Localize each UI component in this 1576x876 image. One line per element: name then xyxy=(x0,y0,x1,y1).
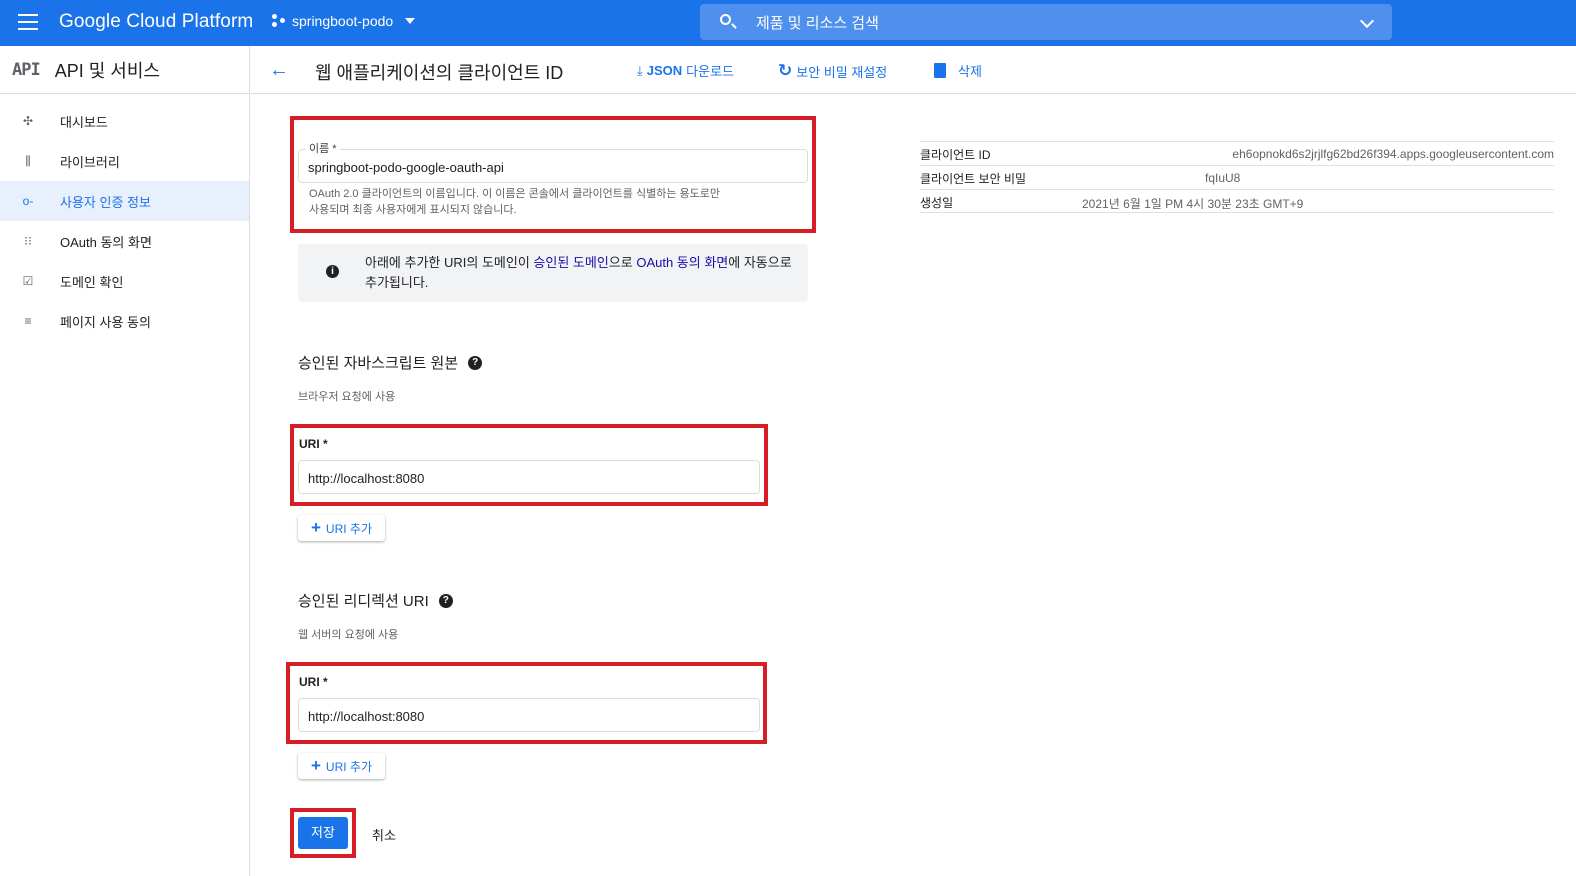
sidebar-header: API API 및 서비스 xyxy=(0,46,249,94)
plus-icon: + xyxy=(310,756,321,775)
sidebar-item-library[interactable]: ⫼ 라이브러리 xyxy=(0,141,249,181)
key-icon: o- xyxy=(22,194,34,208)
info-icon: i xyxy=(326,265,339,278)
chevron-down-icon xyxy=(405,18,416,24)
redirect-uri-label: URI * xyxy=(299,675,328,689)
api-logo: API xyxy=(12,59,41,80)
created-value: 2021년 6월 1일 PM 4시 30분 23초 GMT+9 xyxy=(1082,197,1304,211)
brand-title[interactable]: Google Cloud Platform xyxy=(59,11,253,33)
trash-icon xyxy=(934,63,946,78)
page-header: ← 웹 애플리케이션의 클라이언트 ID ⤓ JSON 다운로드 ↻ 보안 비밀… xyxy=(251,46,1576,94)
add-redirect-uri-button[interactable]: + URI 추가 xyxy=(298,753,385,779)
help-icon[interactable]: ? xyxy=(468,355,483,370)
add-uri-label: URI 추가 xyxy=(325,521,373,536)
client-secret-label: 클라이언트 보안 비밀 xyxy=(920,172,1027,186)
name-hint-line1: OAuth 2.0 클라이언트의 이름입니다. 이 이름은 콘솔에서 클라이언트… xyxy=(309,188,720,200)
project-selector[interactable]: springboot-podo xyxy=(272,13,416,29)
sidebar-title: API 및 서비스 xyxy=(54,60,160,81)
oauth-consent-link[interactable]: OAuth 동의 화면 xyxy=(636,255,728,270)
sidebar-item-label: 라이브러리 xyxy=(60,154,120,170)
download-label: 다운로드 xyxy=(686,64,734,79)
save-button[interactable]: 저장 xyxy=(298,817,348,849)
client-secret-row: 클라이언트 보안 비밀 fqIuU8 xyxy=(920,165,1554,189)
sidebar-item-label: 도메인 확인 xyxy=(60,274,124,290)
client-id-row: 클라이언트 ID eh6opnokd6s2jrjlfg62bd26f394.ap… xyxy=(920,141,1554,165)
library-icon: ⫼ xyxy=(25,153,31,168)
add-js-uri-button[interactable]: + URI 추가 xyxy=(298,515,385,541)
help-icon[interactable]: ? xyxy=(438,593,453,608)
name-hint-line2: 사용되며 최종 사용자에게 표시되지 않습니다. xyxy=(309,204,517,216)
js-origins-hint: 브라우저 요청에 사용 xyxy=(298,391,396,403)
delete-label: 삭제 xyxy=(958,64,982,79)
sidebar-item-label: 사용자 인증 정보 xyxy=(60,194,151,210)
sidebar-item-domain-verification[interactable]: ☑ 도메인 확인 xyxy=(0,261,249,301)
checkbox-icon: ☑ xyxy=(22,274,34,288)
reset-secret-button[interactable]: ↻ 보안 비밀 재설정 xyxy=(778,61,887,81)
back-arrow-icon[interactable]: ← xyxy=(269,60,289,80)
download-label-bold: JSON xyxy=(646,63,683,78)
sidebar-item-oauth-consent[interactable]: ⁝⁝ OAuth 동의 화면 xyxy=(0,221,249,261)
dashboard-icon: ✣ xyxy=(22,114,34,128)
top-bar: Google Cloud Platform springboot-podo 제품… xyxy=(0,0,1576,46)
info-text: 아래에 추가한 URI의 도메인이 승인된 도메인으로 OAuth 동의 화면에… xyxy=(365,253,795,293)
client-id-label: 클라이언트 ID xyxy=(920,148,991,162)
expand-icon[interactable] xyxy=(1359,13,1375,29)
add-uri-label: URI 추가 xyxy=(325,759,373,774)
created-row: 생성일 2021년 6월 1일 PM 4시 30분 23초 GMT+9 xyxy=(920,189,1554,213)
name-label: 이름 * xyxy=(306,140,340,156)
sidebar-item-label: 페이지 사용 동의 xyxy=(60,314,151,330)
page-title: 웹 애플리케이션의 클라이언트 ID xyxy=(315,63,564,83)
name-field[interactable]: springboot-podo-google-oauth-api xyxy=(298,149,808,183)
project-icon xyxy=(272,14,286,28)
redirect-uris-title: 승인된 리디렉션 URI ? xyxy=(298,590,453,611)
sidebar-nav: ✣ 대시보드 ⫼ 라이브러리 o- 사용자 인증 정보 ⁝⁝ OAuth 동의 … xyxy=(0,101,249,341)
sidebar-item-page-usage[interactable]: ≡ 페이지 사용 동의 xyxy=(0,301,249,341)
delete-button[interactable]: 삭제 xyxy=(934,61,982,80)
info-text-mid: 으로 xyxy=(608,255,637,270)
download-icon: ⤓ xyxy=(637,62,643,78)
reset-secret-label: 보안 비밀 재설정 xyxy=(796,64,888,80)
sidebar-item-credentials[interactable]: o- 사용자 인증 정보 xyxy=(0,181,249,221)
sidebar: API API 및 서비스 ✣ 대시보드 ⫼ 라이브러리 o- 사용자 인증 정… xyxy=(0,46,250,876)
redirect-uri-input[interactable]: http://localhost:8080 xyxy=(298,698,760,732)
js-uri-label: URI * xyxy=(299,437,328,451)
redirect-uris-hint: 웹 서버의 요청에 사용 xyxy=(298,629,399,641)
created-label: 생성일 xyxy=(920,196,954,210)
redirect-uris-title-text: 승인된 리디렉션 URI xyxy=(298,593,429,610)
search-bar[interactable]: 제품 및 리소스 검색 xyxy=(700,4,1392,40)
project-name: springboot-podo xyxy=(292,13,394,29)
authorized-domain-link[interactable]: 승인된 도메인 xyxy=(533,255,608,270)
search-placeholder: 제품 및 리소스 검색 xyxy=(756,15,879,32)
client-secret-value: fqIuU8 xyxy=(1205,171,1241,185)
js-origins-title-text: 승인된 자바스크립트 원본 xyxy=(298,355,459,372)
client-id-value: eh6opnokd6s2jrjlfg62bd26f394.apps.google… xyxy=(1232,147,1554,161)
js-origins-title: 승인된 자바스크립트 원본 ? xyxy=(298,352,483,373)
consent-icon: ⁝⁝ xyxy=(24,234,32,248)
sidebar-item-label: 대시보드 xyxy=(60,114,108,130)
js-uri-input[interactable]: http://localhost:8080 xyxy=(298,460,760,494)
info-text-pre: 아래에 추가한 URI의 도메인이 xyxy=(365,255,534,270)
plus-icon: + xyxy=(310,518,321,537)
refresh-icon: ↻ xyxy=(778,61,793,80)
client-metadata: 클라이언트 ID eh6opnokd6s2jrjlfg62bd26f394.ap… xyxy=(920,141,1554,213)
info-box: i 아래에 추가한 URI의 도메인이 승인된 도메인으로 OAuth 동의 화… xyxy=(298,244,808,302)
settings-list-icon: ≡ xyxy=(24,314,32,328)
search-icon xyxy=(720,14,731,25)
sidebar-item-dashboard[interactable]: ✣ 대시보드 xyxy=(0,101,249,141)
sidebar-item-label: OAuth 동의 화면 xyxy=(60,234,152,250)
menu-icon[interactable] xyxy=(18,14,38,30)
download-json-button[interactable]: ⤓ JSON 다운로드 xyxy=(637,61,734,80)
cancel-button[interactable]: 취소 xyxy=(372,825,396,844)
